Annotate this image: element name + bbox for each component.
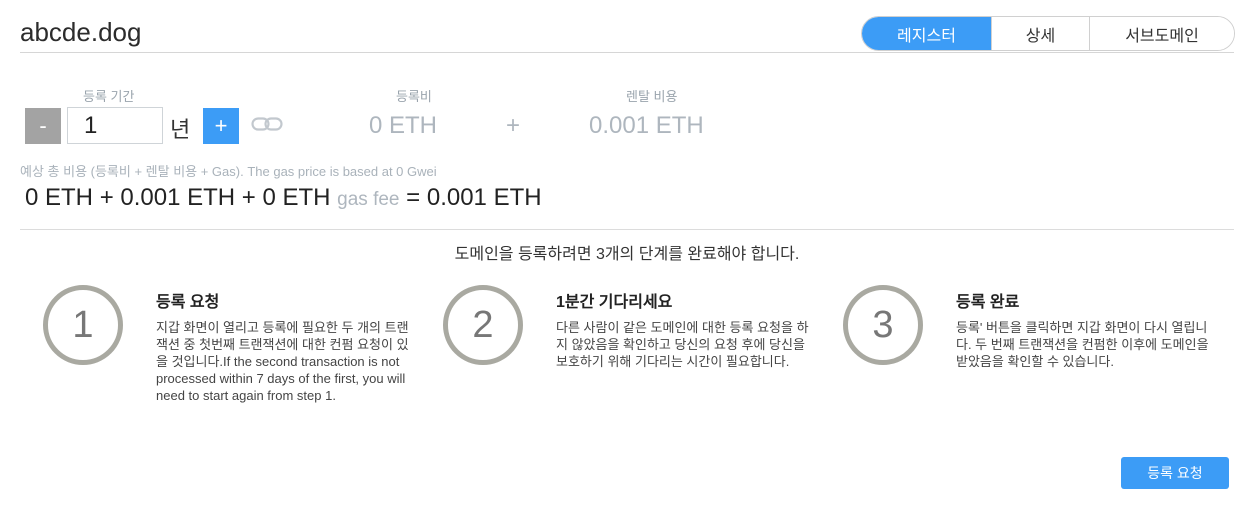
- period-label: 등록 기간: [83, 89, 135, 104]
- step-title: 등록 요청: [156, 294, 220, 311]
- total-value: 0.001 ETH: [426, 184, 542, 211]
- estimate-label: 예상 총 비용 (등록비 + 렌탈 비용 + Gas). The gas pri…: [20, 164, 437, 179]
- tab-bar: 레지스터 상세 서브도메인: [861, 16, 1235, 51]
- step-number: 1: [72, 303, 94, 346]
- header-divider: [20, 52, 1234, 53]
- years-input[interactable]: [67, 107, 163, 144]
- total-cost-line: 0 ETH + 0.001 ETH + 0 ETH gas fee = 0.00…: [25, 184, 542, 212]
- tab-details[interactable]: 상세: [991, 17, 1089, 50]
- step-title: 등록 완료: [956, 294, 1020, 311]
- total-eq: =: [406, 184, 421, 211]
- gas-fee-label: gas fee: [337, 189, 400, 210]
- tab-register[interactable]: 레지스터: [862, 17, 991, 50]
- total-op1: +: [99, 184, 114, 211]
- step-number: 3: [872, 303, 894, 346]
- total-fee: 0 ETH: [25, 184, 94, 211]
- step-number-circle: 3: [843, 285, 923, 365]
- total-gas: 0 ETH: [262, 184, 331, 211]
- step-description: 등록' 버튼을 클릭하면 지갑 화면이 다시 열립니다. 두 번째 트랜잭션을 …: [956, 320, 1209, 369]
- domain-title: abcde.dog: [20, 17, 142, 47]
- step-description: 다른 사람이 같은 도메인에 대한 등록 요청을 하지 않았음을 확인하고 당신…: [556, 320, 809, 369]
- steps-intro: 도메인을 등록하려면 3개의 단계를 완료해야 합니다.: [454, 246, 800, 263]
- rent-label: 렌탈 비용: [626, 89, 678, 104]
- section-divider: [20, 229, 1234, 230]
- increase-years-button[interactable]: +: [203, 108, 239, 144]
- year-unit: 년: [170, 117, 191, 142]
- step-number: 2: [472, 303, 494, 346]
- step-number-circle: 1: [43, 285, 123, 365]
- request-register-button[interactable]: 등록 요청: [1121, 457, 1229, 489]
- decrease-years-button[interactable]: -: [25, 108, 61, 144]
- step-description: 지갑 화면이 열리고 등록에 필요한 두 개의 트랜잭션 중 첫번째 트랜잭션에…: [156, 320, 409, 403]
- link-icon: [251, 117, 283, 131]
- plus-sign: +: [506, 112, 521, 139]
- tab-subdomains[interactable]: 서브도메인: [1089, 17, 1234, 50]
- fee-label: 등록비: [396, 89, 432, 104]
- fee-value: 0 ETH: [369, 112, 438, 139]
- rent-value: 0.001 ETH: [589, 112, 704, 139]
- total-op2: +: [241, 184, 256, 211]
- step-number-circle: 2: [443, 285, 523, 365]
- step-title: 1분간 기다리세요: [556, 294, 673, 311]
- total-rent: 0.001 ETH: [120, 184, 236, 211]
